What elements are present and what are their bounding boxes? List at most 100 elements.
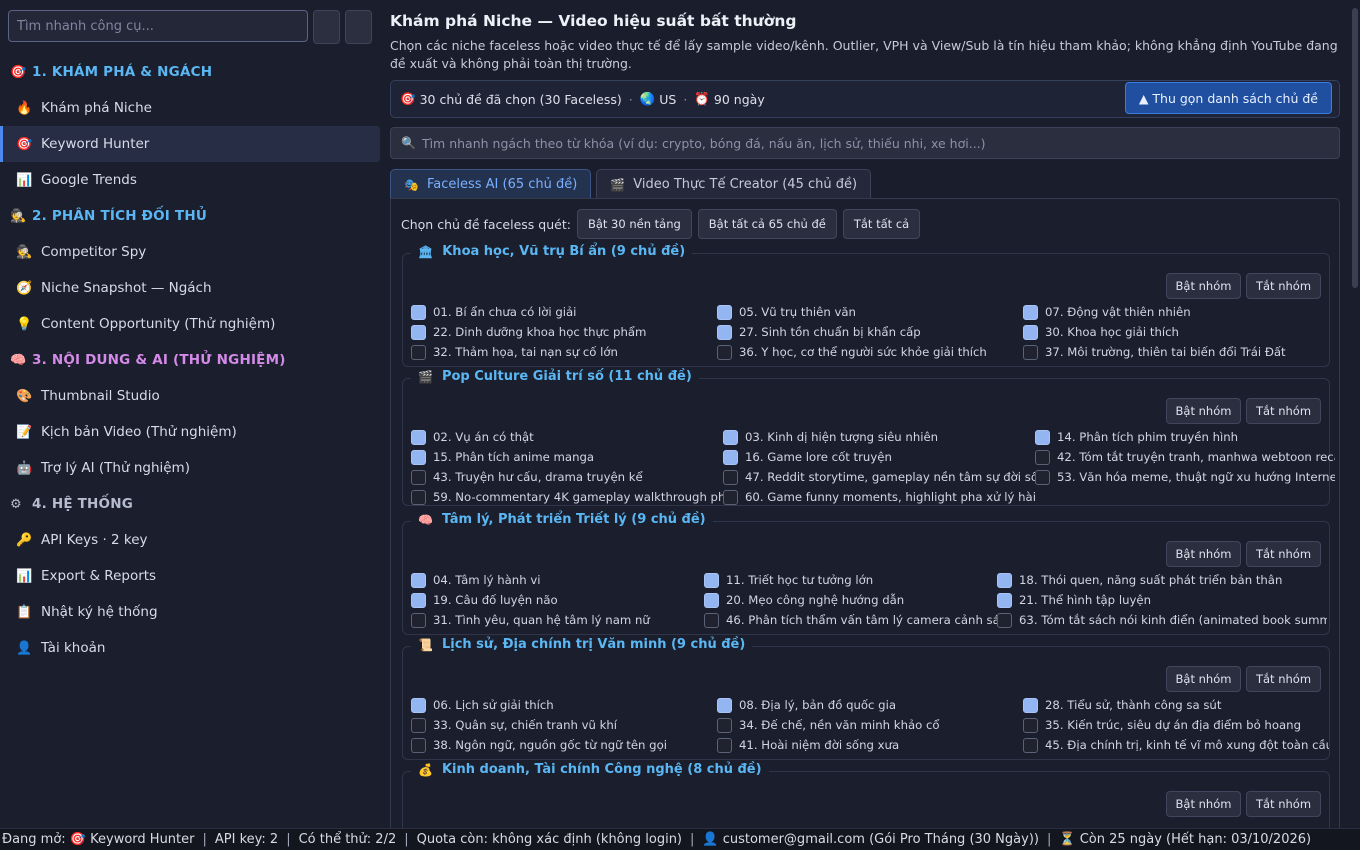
checkbox-unchecked[interactable] bbox=[723, 469, 738, 485]
sidebar-item-export-reports[interactable]: 📊 Export & Reports bbox=[0, 558, 382, 594]
checkbox-unchecked[interactable] bbox=[411, 344, 426, 360]
topic-checkbox[interactable]: 15. Phân tích anime manga bbox=[411, 449, 723, 465]
topic-checkbox[interactable]: 01. Bí ẩn chưa có lời giải bbox=[411, 304, 717, 320]
checkbox-checked[interactable] bbox=[411, 697, 426, 713]
checkbox-checked[interactable] bbox=[1023, 697, 1038, 713]
disable-group-button[interactable]: Tắt nhóm bbox=[1246, 791, 1321, 817]
scrollbar[interactable] bbox=[1352, 8, 1358, 288]
checkbox-checked[interactable] bbox=[997, 592, 1012, 608]
sidebar-item-thumbnail-studio[interactable]: 🎨 Thumbnail Studio bbox=[0, 378, 382, 414]
disable-group-button[interactable]: Tắt nhóm bbox=[1246, 273, 1321, 299]
topic-checkbox[interactable]: 42. Tóm tắt truyện tranh, manhwa webtoon… bbox=[1035, 449, 1335, 465]
enable-all-button[interactable]: Bật tất cả 65 chủ đề bbox=[697, 209, 837, 239]
checkbox-checked[interactable] bbox=[717, 304, 732, 320]
enable-group-button[interactable]: Bật nhóm bbox=[1166, 666, 1241, 692]
topic-checkbox[interactable]: 21. Thể hình tập luyện bbox=[997, 592, 1327, 608]
enable-group-button[interactable]: Bật nhóm bbox=[1166, 541, 1241, 567]
topic-checkbox[interactable]: 60. Game funny moments, highlight pha xử… bbox=[723, 489, 1035, 505]
checkbox-checked[interactable] bbox=[411, 304, 426, 320]
checkbox-checked[interactable] bbox=[997, 572, 1012, 588]
topic-checkbox[interactable]: 20. Mẹo công nghệ hướng dẫn bbox=[704, 592, 997, 608]
checkbox-unchecked[interactable] bbox=[411, 737, 426, 753]
topic-checkbox[interactable]: 07. Động vật thiên nhiên bbox=[1023, 304, 1329, 320]
checkbox-checked[interactable] bbox=[1023, 324, 1038, 340]
topic-checkbox[interactable]: 02. Vụ án có thật bbox=[411, 429, 723, 445]
checkbox-checked[interactable] bbox=[704, 592, 719, 608]
topic-checkbox[interactable]: 04. Tâm lý hành vi bbox=[411, 572, 704, 588]
sidebar-item-nhat-ky-he-thong[interactable]: 📋 Nhật ký hệ thống bbox=[0, 594, 382, 630]
topic-checkbox[interactable]: 06. Lịch sử giải thích bbox=[411, 697, 717, 713]
topic-checkbox[interactable]: 34. Đế chế, nền văn minh khảo cổ bbox=[717, 717, 1023, 733]
checkbox-checked[interactable] bbox=[704, 572, 719, 588]
topic-checkbox[interactable]: 19. Câu đố luyện não bbox=[411, 592, 704, 608]
checkbox-unchecked[interactable] bbox=[723, 489, 738, 505]
checkbox-unchecked[interactable] bbox=[1023, 737, 1038, 753]
sidebar-item-kich-ban-video-thu-nghiem[interactable]: 📝 Kịch bản Video (Thử nghiệm) bbox=[0, 414, 382, 450]
enable-group-button[interactable]: Bật nhóm bbox=[1166, 791, 1241, 817]
topic-checkbox[interactable]: 41. Hoài niệm đời sống xưa bbox=[717, 737, 1023, 753]
sidebar-item-competitor-spy[interactable]: 🕵 Competitor Spy bbox=[0, 234, 382, 270]
topic-checkbox[interactable]: 53. Văn hóa meme, thuật ngữ xu hướng Int… bbox=[1035, 469, 1335, 485]
checkbox-checked[interactable] bbox=[717, 324, 732, 340]
topic-checkbox[interactable]: 22. Dinh dưỡng khoa học thực phẩm bbox=[411, 324, 717, 340]
checkbox-unchecked[interactable] bbox=[717, 737, 732, 753]
checkbox-checked[interactable] bbox=[411, 592, 426, 608]
checkbox-checked[interactable] bbox=[1035, 429, 1050, 445]
topic-checkbox[interactable]: 47. Reddit storytime, gameplay nền tâm s… bbox=[723, 469, 1035, 485]
checkbox-checked[interactable] bbox=[717, 697, 732, 713]
topic-checkbox[interactable]: 43. Truyện hư cấu, drama truyện kể bbox=[411, 469, 723, 485]
sidebar-item-keyword-hunter[interactable]: 🎯 Keyword Hunter bbox=[0, 126, 380, 162]
checkbox-checked[interactable] bbox=[411, 324, 426, 340]
disable-group-button[interactable]: Tắt nhóm bbox=[1246, 666, 1321, 692]
sidebar-item-content-opportunity-thu-nghiem[interactable]: 💡 Content Opportunity (Thử nghiệm) bbox=[0, 306, 382, 342]
topic-checkbox[interactable]: 36. Y học, cơ thể người sức khỏe giải th… bbox=[717, 344, 1023, 360]
topic-checkbox[interactable]: 27. Sinh tồn chuẩn bị khẩn cấp bbox=[717, 324, 1023, 340]
checkbox-unchecked[interactable] bbox=[1035, 449, 1050, 465]
checkbox-unchecked[interactable] bbox=[411, 489, 426, 505]
sidebar-item-niche-snapshot-ngach[interactable]: 🧭 Niche Snapshot — Ngách bbox=[0, 270, 382, 306]
checkbox-unchecked[interactable] bbox=[411, 717, 426, 733]
sidebar-item-google-trends[interactable]: 📊 Google Trends bbox=[0, 162, 382, 198]
checkbox-checked[interactable] bbox=[411, 572, 426, 588]
disable-all-button[interactable]: Tắt tất cả bbox=[842, 209, 921, 239]
topic-checkbox[interactable]: 35. Kiến trúc, siêu dự án địa điểm bỏ ho… bbox=[1023, 717, 1329, 733]
topic-checkbox[interactable]: 46. Phân tích thẩm vấn tâm lý camera cản… bbox=[704, 612, 997, 628]
checkbox-unchecked[interactable] bbox=[717, 344, 732, 360]
checkbox-unchecked[interactable] bbox=[411, 469, 426, 485]
checkbox-checked[interactable] bbox=[723, 429, 738, 445]
topic-checkbox[interactable]: 45. Địa chính trị, kinh tế vĩ mô xung độ… bbox=[1023, 737, 1329, 753]
disable-group-button[interactable]: Tắt nhóm bbox=[1246, 398, 1321, 424]
tab-faceless[interactable]: 🎭 Faceless AI (65 chủ đề) bbox=[390, 169, 592, 199]
checkbox-unchecked[interactable] bbox=[1023, 717, 1038, 733]
topic-checkbox[interactable]: 11. Triết học tư tưởng lớn bbox=[704, 572, 997, 588]
enable-group-button[interactable]: Bật nhóm bbox=[1166, 398, 1241, 424]
checkbox-unchecked[interactable] bbox=[1023, 344, 1038, 360]
topic-checkbox[interactable]: 37. Môi trường, thiên tai biến đổi Trái … bbox=[1023, 344, 1329, 360]
sidebar-item-tro-ly-ai-thu-nghiem[interactable]: 🤖 Trợ lý AI (Thử nghiệm) bbox=[0, 450, 382, 486]
topic-checkbox[interactable]: 31. Tình yêu, quan hệ tâm lý nam nữ bbox=[411, 612, 704, 628]
topic-checkbox[interactable]: 33. Quân sự, chiến tranh vũ khí bbox=[411, 717, 717, 733]
topic-checkbox[interactable]: 32. Thảm họa, tai nạn sự cố lớn bbox=[411, 344, 717, 360]
topic-checkbox[interactable]: 08. Địa lý, bản đồ quốc gia bbox=[717, 697, 1023, 713]
sidebar-item-kham-pha-niche[interactable]: 🔥 Khám phá Niche bbox=[0, 90, 382, 126]
topic-checkbox[interactable]: 05. Vũ trụ thiên văn bbox=[717, 304, 1023, 320]
topic-checkbox[interactable]: 28. Tiểu sử, thành công sa sút bbox=[1023, 697, 1329, 713]
disable-group-button[interactable]: Tắt nhóm bbox=[1246, 541, 1321, 567]
topic-checkbox[interactable]: 14. Phân tích phim truyền hình bbox=[1035, 429, 1335, 445]
collapse-topics-button[interactable]: ▲ Thu gọn danh sách chủ đề bbox=[1124, 82, 1332, 114]
topic-checkbox[interactable]: 63. Tóm tắt sách nói kinh điển (animated… bbox=[997, 612, 1327, 628]
topic-checkbox[interactable]: 03. Kinh dị hiện tượng siêu nhiên bbox=[723, 429, 1035, 445]
checkbox-checked[interactable] bbox=[411, 429, 426, 445]
tab-real-video[interactable]: 🎬 Video Thực Tế Creator (45 chủ đề) bbox=[596, 169, 872, 199]
topic-checkbox[interactable]: 30. Khoa học giải thích bbox=[1023, 324, 1329, 340]
checkbox-unchecked[interactable] bbox=[704, 612, 719, 628]
checkbox-unchecked[interactable] bbox=[411, 612, 426, 628]
checkbox-checked[interactable] bbox=[1023, 304, 1038, 320]
checkbox-unchecked[interactable] bbox=[1035, 469, 1050, 485]
topic-checkbox[interactable]: 59. No-commentary 4K gameplay walkthroug… bbox=[411, 489, 723, 505]
topic-checkbox[interactable]: 16. Game lore cốt truyện bbox=[723, 449, 1035, 465]
sidebar-toggle-button[interactable] bbox=[313, 10, 340, 44]
tool-search-input[interactable] bbox=[8, 10, 308, 42]
sidebar-item-tai-khoan[interactable]: 👤 Tài khoản bbox=[0, 630, 382, 666]
topic-checkbox[interactable]: 18. Thói quen, năng suất phát triển bản … bbox=[997, 572, 1327, 588]
